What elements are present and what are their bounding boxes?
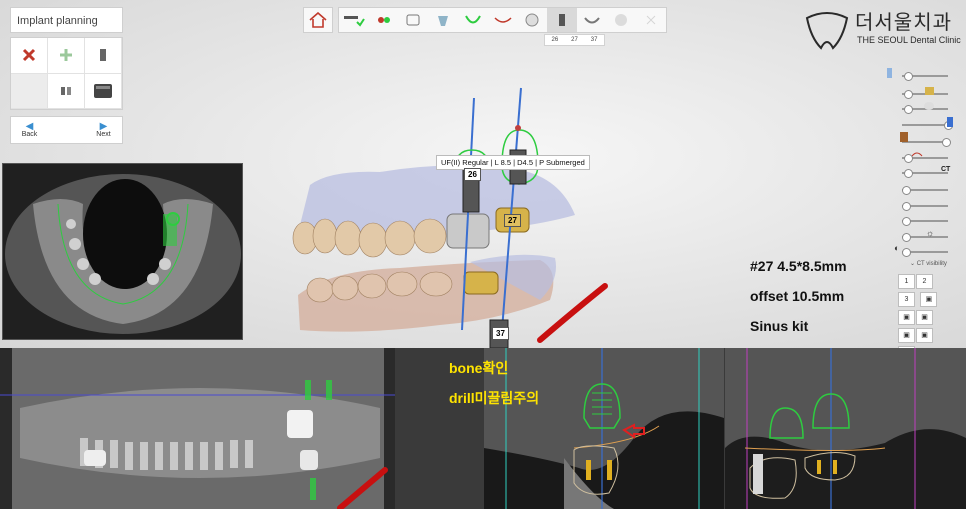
note-bone-check: bone확인 <box>449 360 509 376</box>
export-icon <box>615 14 628 26</box>
step-navigation: ◀ Back ▶ Next <box>10 116 123 144</box>
visibility-slider-7[interactable] <box>896 184 958 196</box>
panel-title: Implant planning <box>17 15 98 27</box>
implant-icon <box>100 49 106 62</box>
home-button[interactable] <box>303 7 333 33</box>
view-cube-top[interactable]: ▣ <box>916 310 933 325</box>
x-icon <box>22 49 36 62</box>
note-kit: Sinus kit <box>750 318 809 334</box>
visibility-slider-6[interactable] <box>896 152 958 164</box>
note-implant-size: #27 4.5*8.5mm <box>750 258 847 274</box>
bone-icon <box>900 132 908 142</box>
next-button[interactable]: ▶ Next <box>85 117 122 143</box>
blue-block-icon <box>947 117 953 127</box>
implant-tab-26[interactable]: 26 <box>551 37 558 43</box>
note-offset: offset 10.5mm <box>750 288 845 304</box>
plus-icon <box>60 49 72 62</box>
contrast-icon: ◐ <box>894 243 900 253</box>
ct-visibility-label: ⌄ CT visibility <box>910 261 947 267</box>
nerve-small-icon <box>912 152 923 157</box>
note-drill-caution: drill미끌림주의 <box>449 390 540 406</box>
implant-tab-37[interactable]: 37 <box>591 37 598 43</box>
axial-ct-view[interactable] <box>2 163 243 340</box>
tooth-tag-27[interactable]: 27 <box>504 214 521 227</box>
implant-button[interactable] <box>85 38 122 74</box>
tooth-icon <box>438 16 449 26</box>
crown-gold-icon <box>925 87 934 95</box>
empty-tool-slot <box>11 73 48 109</box>
add-implant-button[interactable] <box>48 38 85 74</box>
guide-icon <box>583 17 600 24</box>
view-cube-left[interactable]: ▣ <box>916 328 933 343</box>
nerve-step-button[interactable] <box>488 8 518 32</box>
nerve-icon <box>494 17 512 23</box>
guide-step-button[interactable] <box>577 8 607 32</box>
panoramic-xray-image <box>0 348 395 509</box>
implant-step-button[interactable] <box>547 8 577 32</box>
tool-grid <box>10 37 123 110</box>
implant-icon <box>559 14 565 26</box>
chevron-down-icon: ⌄ <box>910 261 916 267</box>
visibility-slider-3[interactable] <box>896 102 958 115</box>
brightness-slider[interactable]: ☼ <box>896 228 958 243</box>
crown-white-icon <box>924 102 934 110</box>
implant-planning-panel: Implant planning <box>10 7 123 33</box>
tangential-image <box>725 348 966 509</box>
tooth-tag-26[interactable]: 26 <box>464 168 481 181</box>
implant-tab-27[interactable]: 27 <box>571 37 578 43</box>
ct-slider[interactable] <box>896 167 958 179</box>
finish-step-button[interactable] <box>636 8 666 32</box>
crown-icon <box>525 13 539 27</box>
align-step-button[interactable] <box>369 8 399 32</box>
sleeve-button[interactable] <box>85 73 122 109</box>
visibility-slider-4[interactable] <box>896 117 958 131</box>
view-cube-side[interactable]: ▣ <box>898 310 915 325</box>
visibility-slider-8[interactable] <box>896 200 958 212</box>
arch-step-button[interactable] <box>458 8 488 32</box>
visibility-slider-2[interactable] <box>896 87 958 100</box>
sun-icon: ☼ <box>926 228 935 238</box>
back-button[interactable]: ◀ Back <box>11 117 48 143</box>
axial-ct-image <box>3 164 242 339</box>
cross-section-image <box>484 348 724 509</box>
visibility-slider-5[interactable] <box>896 132 958 148</box>
arrow-left-icon: ◀ <box>25 121 34 132</box>
tooth-tag-37[interactable]: 37 <box>492 327 509 340</box>
tray-icon <box>406 14 420 26</box>
delete-implant-button[interactable] <box>11 38 48 74</box>
workflow-toolbar <box>338 7 667 33</box>
crown-step-button[interactable] <box>517 8 547 32</box>
visibility-slider-1[interactable] <box>887 68 958 82</box>
implant-small-icon <box>887 68 892 78</box>
view-button-1[interactable]: 1 <box>898 274 915 289</box>
export-step-button[interactable] <box>607 8 637 32</box>
scan-step-button[interactable] <box>339 8 369 32</box>
view-cube-front[interactable]: ▣ <box>920 292 938 307</box>
scan-check-icon <box>343 16 365 27</box>
clinic-name-ko: 더서울치과 <box>855 12 952 34</box>
contrast-slider[interactable]: ◐ <box>894 243 958 258</box>
panoramic-view[interactable] <box>0 348 395 509</box>
arrow-right-icon: ▶ <box>99 121 108 132</box>
tray-step-button[interactable] <box>398 8 428 32</box>
implant-spec-label: UF(II) Regular | L 8.5 | D4.5 | P Submer… <box>436 155 590 170</box>
cross-section-view[interactable] <box>484 348 724 509</box>
view-button-3[interactable]: 3 <box>898 292 915 307</box>
arch-icon <box>464 15 481 24</box>
finish-icon <box>646 15 656 25</box>
align-icon <box>377 17 390 23</box>
tooth-step-button[interactable] <box>428 8 458 32</box>
clinic-name-en: THE SEOUL Dental Clinic <box>857 35 961 45</box>
view-cube-back[interactable]: ▣ <box>898 328 915 343</box>
home-icon <box>309 12 327 28</box>
implant-tabs: 26 27 37 <box>544 34 605 46</box>
tangential-view[interactable] <box>725 348 966 509</box>
view-button-2[interactable]: 2 <box>916 274 933 289</box>
sleeve-icon <box>94 83 112 98</box>
clinic-logo-icon <box>805 12 849 50</box>
abutment-button[interactable] <box>48 73 85 109</box>
abutment-icon <box>61 86 71 95</box>
visibility-slider-9[interactable] <box>896 215 958 227</box>
